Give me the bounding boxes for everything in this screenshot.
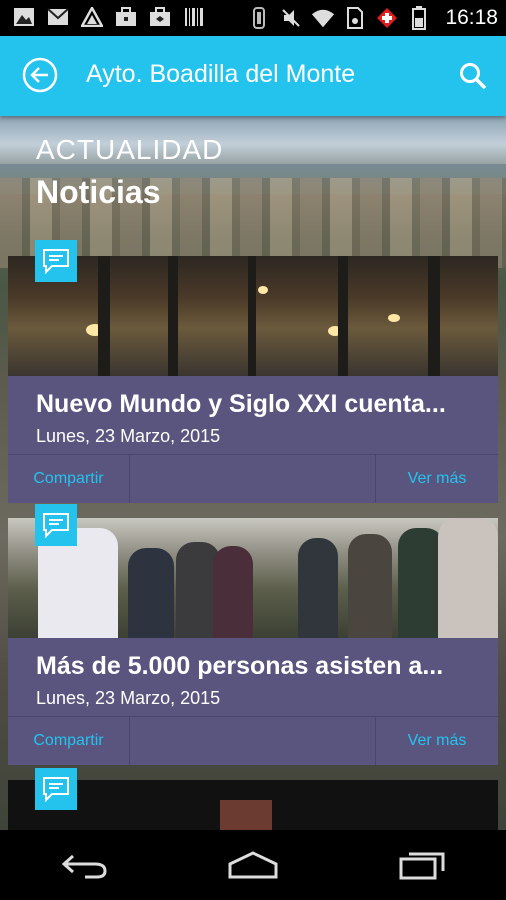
news-image — [220, 800, 272, 830]
card-body: Nuevo Mundo y Siglo XXI cuenta... Lunes,… — [8, 376, 498, 454]
more-button[interactable]: Ver más — [376, 717, 498, 765]
sim-icon — [343, 7, 367, 29]
news-image — [8, 256, 498, 376]
search-icon — [460, 63, 487, 90]
clock: 16:18 — [445, 6, 498, 29]
mail-icon — [46, 6, 70, 28]
back-arrow-icon — [22, 57, 58, 93]
swiss-flag-icon — [375, 7, 399, 29]
notification-icons — [12, 6, 206, 28]
actions-spacer — [130, 717, 376, 765]
section-title: Noticias — [36, 174, 161, 210]
system-icons: 16:18 — [247, 6, 498, 30]
triangle-icon — [80, 6, 104, 28]
share-button[interactable]: Compartir — [8, 717, 130, 765]
back-button[interactable] — [22, 57, 58, 93]
card-date: Lunes, 23 Marzo, 2015 — [36, 688, 221, 708]
back-icon — [62, 854, 107, 879]
comment-icon — [35, 240, 77, 282]
more-button[interactable]: Ver más — [376, 455, 498, 503]
battery-icon — [407, 6, 431, 30]
card-body: Más de 5.000 personas asisten a... Lunes… — [8, 638, 498, 716]
navigation-bar — [0, 830, 506, 900]
status-bar: 16:18 — [0, 0, 506, 36]
card-actions: Compartir Ver más — [8, 454, 498, 503]
barcode-icon — [182, 6, 206, 28]
actions-spacer — [130, 455, 376, 503]
mute-icon — [279, 7, 303, 29]
wifi-icon — [311, 7, 335, 29]
news-card[interactable]: Más de 5.000 personas asisten a... Lunes… — [8, 518, 498, 765]
news-card[interactable]: Nuevo Mundo y Siglo XXI cuenta... Lunes,… — [8, 256, 498, 503]
app-title: Ayto. Boadilla del Monte — [86, 60, 356, 88]
app-bar: Ayto. Boadilla del Monte — [0, 36, 506, 116]
image-icon — [12, 6, 36, 28]
news-card[interactable] — [8, 780, 498, 830]
briefcase-icon — [148, 6, 172, 28]
nav-recent-apps-button[interactable] — [392, 845, 452, 885]
home-icon — [228, 851, 278, 879]
news-image — [8, 518, 498, 638]
nav-home-button[interactable] — [223, 845, 283, 885]
briefcase-icon — [114, 6, 138, 28]
comment-icon — [35, 504, 77, 546]
search-button[interactable] — [458, 61, 488, 91]
vibrate-icon — [247, 7, 271, 29]
section-label: ACTUALIDAD — [36, 134, 224, 165]
share-button[interactable]: Compartir — [8, 455, 130, 503]
card-title[interactable]: Más de 5.000 personas asisten a... — [36, 652, 476, 681]
recent-apps-icon — [399, 852, 445, 880]
card-title[interactable]: Nuevo Mundo y Siglo XXI cuenta... — [36, 390, 476, 419]
card-date: Lunes, 23 Marzo, 2015 — [36, 426, 221, 446]
content-area[interactable]: ACTUALIDAD Noticias Nuevo Mundo y Siglo … — [0, 116, 506, 830]
nav-back-button[interactable] — [54, 845, 114, 885]
card-actions: Compartir Ver más — [8, 716, 498, 765]
comment-icon — [35, 768, 77, 810]
